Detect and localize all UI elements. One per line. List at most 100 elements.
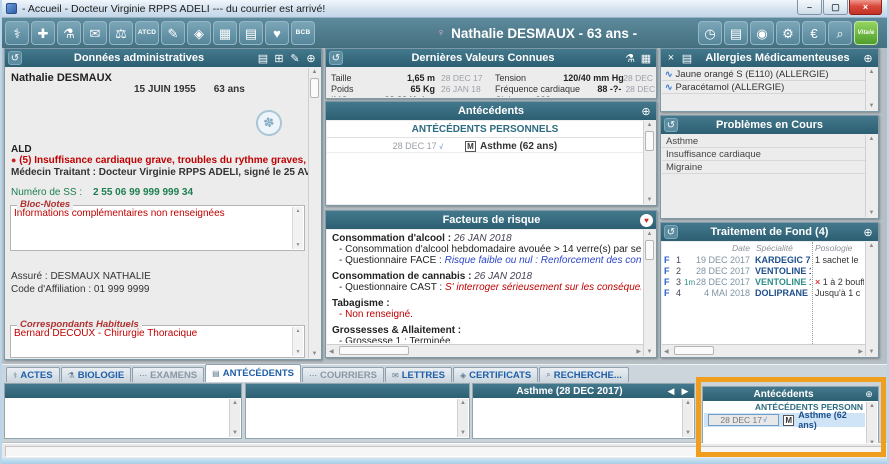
bottom-tab-bar: ⚕ACTES ⚗BIOLOGIE ⋯EXAMENS ▤ANTÉCÉDENTS ⋯… — [2, 364, 887, 382]
patient-search-icon[interactable]: ⌕ — [828, 21, 852, 45]
ald-text: (5) Insuffisance cardiaque grave, troubl… — [19, 155, 309, 166]
traitement-panel-body: Date Spécialité Posologie F119 DEC 2017K… — [662, 242, 877, 356]
problemes-panel: ↺ Problèmes en Cours Asthme Insuffisance… — [660, 115, 879, 219]
allergies-panel-body: ∿Jaune orangé S (E110) (ALLERGIE) ∿Parac… — [662, 68, 877, 110]
scales-icon[interactable]: ⚖ — [109, 21, 133, 45]
tab-actes[interactable]: ⚕ACTES — [6, 367, 60, 382]
bottom-panel-1-scrollbar[interactable] — [229, 399, 240, 437]
probleme-row[interactable]: Migraine — [662, 161, 865, 174]
antecedents-bottom-panel: Antécédents ⊕ ANTÉCÉDENTS PERSONN 28 DEC… — [702, 386, 879, 449]
antecedents-mid-scrollbar[interactable] — [643, 121, 655, 204]
calendar-icon[interactable]: ▦ — [213, 21, 237, 45]
allergy-label: Paracétamol (ALLERGIE) — [676, 82, 785, 93]
bottom-panel-2-header — [246, 384, 469, 398]
antecedents-mid-header: Antécédents ⊕ — [326, 102, 656, 120]
medication-icon[interactable]: ✚ — [31, 21, 55, 45]
mail-icon[interactable]: ✉ — [83, 21, 107, 45]
add-icon[interactable]: ⊕ — [863, 388, 875, 400]
episode-panel-body[interactable] — [474, 399, 693, 437]
application-window: - Accueil - Docteur Virginie RPPS ADELI … — [0, 0, 889, 464]
history-icon[interactable]: ↺ — [329, 51, 343, 65]
traitement-row[interactable]: F228 DEC 2017VENTOLINE 1,25MG/2,5 — [664, 266, 864, 277]
tabagisme-heading: Tabagisme : — [332, 298, 641, 309]
heart-icon[interactable]: ♥ — [640, 214, 653, 227]
traitement-row[interactable]: F44 MAI 2018DOLIPRANE 1 000MG CJusqu'à 1… — [664, 288, 864, 299]
history-icon[interactable]: ↺ — [664, 118, 678, 132]
tab-antecedents[interactable]: ▤ANTÉCÉDENTS — [205, 364, 301, 382]
episode-panel-scrollbar[interactable] — [682, 399, 693, 437]
prev-icon[interactable]: ◀ — [665, 385, 677, 397]
antecedents-bottom-scrollbar[interactable] — [866, 402, 877, 447]
add-icon[interactable]: ⊕ — [861, 51, 875, 65]
tab-lettres[interactable]: ✉LETTRES — [385, 367, 452, 382]
settings-icon[interactable]: ⚙ — [776, 21, 800, 45]
traitement-row[interactable]: F119 DEC 2017KARDEGIC 75MG SACH1 sachet … — [664, 255, 864, 266]
add-icon[interactable]: ⊕ — [861, 225, 875, 239]
tab-recherche[interactable]: ⌕RECHERCHE... — [539, 367, 629, 382]
timer-icon[interactable]: ◷ — [698, 21, 722, 45]
print-icon[interactable]: ▤ — [256, 51, 270, 65]
facteurs-vscrollbar[interactable] — [643, 230, 655, 356]
print-icon[interactable]: ▤ — [680, 51, 694, 65]
chart-icon[interactable]: ▦ — [639, 51, 653, 65]
vitale-card-icon[interactable]: Vitale — [854, 21, 878, 45]
minimize-button[interactable]: – — [797, 0, 822, 15]
probleme-row[interactable]: Asthme — [662, 135, 865, 148]
contacts-icon[interactable]: ▤ — [239, 21, 263, 45]
selected-antecedent-row[interactable]: 28 DEC 17√ M Asthme (62 ans) — [704, 413, 865, 427]
bcb-icon[interactable]: BCB — [291, 21, 315, 45]
stethoscope-icon[interactable]: ⚕ — [5, 21, 29, 45]
tab-examens[interactable]: ⋯EXAMENS — [132, 367, 204, 382]
medication-name: VENTOLINE 100MCG/DO — [755, 277, 811, 287]
heart-alert-icon[interactable]: ♥ — [265, 21, 289, 45]
history-icon[interactable]: ↺ — [8, 51, 22, 65]
correspondants-scrollbar[interactable] — [292, 327, 303, 356]
problemes-scrollbar[interactable] — [865, 135, 877, 217]
edit-icon[interactable]: ✎ — [288, 51, 302, 65]
tab-courriers[interactable]: ⋯COURRIERS — [302, 367, 384, 382]
certificate-icon[interactable]: ◈ — [187, 21, 211, 45]
traitement-vscrollbar[interactable] — [865, 242, 877, 356]
camera-icon[interactable]: ◉ — [750, 21, 774, 45]
window-controls: – ▢ × — [796, 0, 882, 15]
billing-euro-icon[interactable]: € — [802, 21, 826, 45]
atcd-icon[interactable]: ATCD — [135, 21, 159, 45]
microscope-icon[interactable]: ⚗ — [57, 21, 81, 45]
bottom-panel-2-scrollbar[interactable] — [457, 399, 468, 437]
close-button[interactable]: × — [849, 0, 882, 15]
bloc-notes-text[interactable]: Informations complémentaires non renseig… — [14, 208, 290, 219]
episode-panel-header: Asthme (28 DEC 2017) ◀ ▶ — [473, 384, 694, 398]
antecedent-code-badge: M — [465, 141, 476, 152]
antecedent-row[interactable]: 28 DEC 17 √ M Asthme (62 ans) — [327, 140, 643, 153]
valeur-row: IMC23,88 Kg/m² — [331, 94, 489, 97]
next-icon[interactable]: ▶ — [679, 385, 691, 397]
probleme-row[interactable]: Insuffisance cardiaque — [662, 148, 865, 161]
facteurs-hscrollbar[interactable] — [327, 344, 643, 356]
valeurs-left-column: Taille1,65 m28 DEC 17 Poids65 Kg26 JAN 1… — [331, 72, 489, 97]
traitement-hscrollbar[interactable] — [662, 344, 865, 356]
allergy-row[interactable]: ∿Jaune orangé S (E110) (ALLERGIE) — [662, 68, 865, 81]
bottom-zone: Asthme (28 DEC 2017) ◀ ▶ Antécédents ⊕ A… — [2, 382, 887, 442]
add-icon[interactable]: ⊕ — [639, 104, 653, 118]
traitement-row[interactable]: F31m28 DEC 2017VENTOLINE 100MCG/DO× 1 à … — [664, 277, 864, 288]
bottom-panel-1-body[interactable] — [6, 399, 240, 437]
bloc-notes-scrollbar[interactable] — [292, 207, 303, 249]
tab-biologie[interactable]: ⚗BIOLOGIE — [61, 367, 132, 382]
admin-scrollbar[interactable] — [308, 68, 320, 358]
maximize-button[interactable]: ▢ — [823, 0, 848, 15]
history-icon[interactable]: ↺ — [664, 225, 678, 239]
tab-certificats[interactable]: ◈CERTIFICATS — [453, 367, 538, 382]
flask-icon[interactable]: ⚗ — [623, 51, 637, 65]
allergy-row[interactable]: ∿Paracétamol (ALLERGIE) — [662, 81, 865, 94]
letter-write-icon[interactable]: ✎ — [161, 21, 185, 45]
copy-icon[interactable]: ⊞ — [272, 51, 286, 65]
allergies-scrollbar[interactable] — [865, 68, 877, 110]
bottom-panel-2-body[interactable] — [247, 399, 468, 437]
scanner-icon[interactable]: ▤ — [724, 21, 748, 45]
add-icon[interactable]: ⊕ — [304, 51, 318, 65]
correspondant-text[interactable]: Bernard DECOUX - Chirurgie Thoracique — [14, 328, 290, 339]
antecedent-date-cell[interactable]: 28 DEC 17√ — [708, 414, 779, 426]
problemes-panel-header: ↺ Problèmes en Cours — [661, 116, 878, 134]
close-icon[interactable]: × — [664, 51, 678, 65]
medication-name: VENTOLINE 1,25MG/2,5 — [755, 266, 811, 276]
